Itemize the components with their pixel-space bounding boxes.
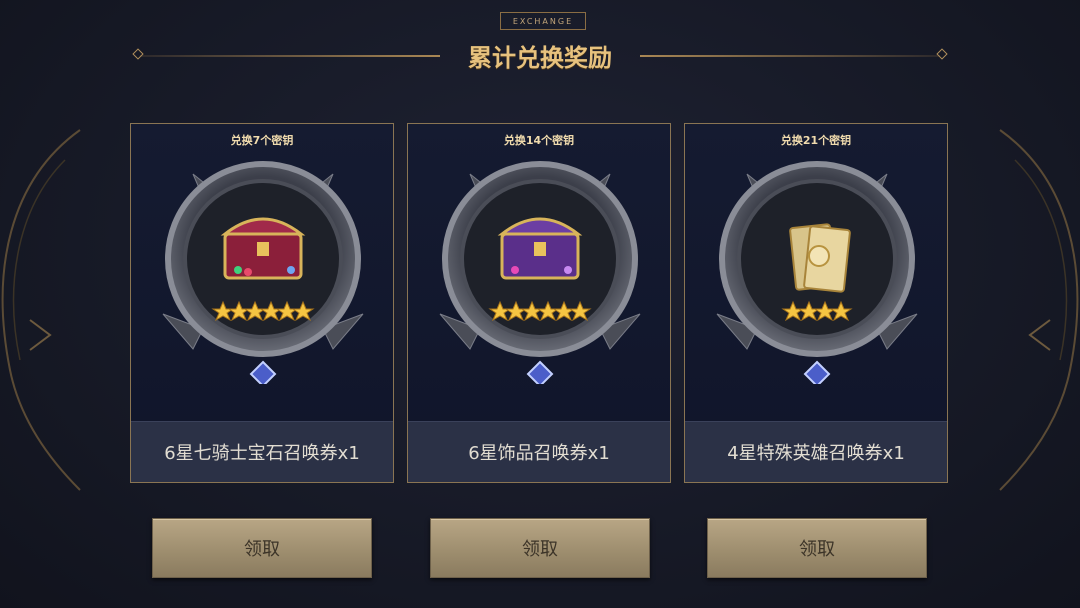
reward-card: 兑换14个密钥 6星饰品召唤券x1 <box>407 123 671 483</box>
exchange-tag: EXCHANGE <box>500 12 586 30</box>
title-divider-right <box>640 55 940 57</box>
treasure-chest-red-icon <box>220 217 306 280</box>
reward-name: 4星特殊英雄召唤券x1 <box>685 421 947 482</box>
reward-card: 兑换7个密钥 6星七骑士宝石召唤券x1 <box>130 123 394 483</box>
reward-name: 6星饰品召唤券x1 <box>408 421 670 482</box>
reward-card: 兑换21个密钥 4星特殊英雄召唤券x1 <box>684 123 948 483</box>
claim-button[interactable]: 领取 <box>152 518 372 578</box>
left-ornament <box>1 129 81 491</box>
reward-medal <box>162 161 364 384</box>
gold-card-icon <box>789 223 851 293</box>
right-ornament <box>999 129 1079 491</box>
treasure-chest-purple-icon <box>497 217 583 280</box>
reward-requirement: 兑换14个密钥 <box>503 134 575 147</box>
claim-button[interactable]: 领取 <box>430 518 650 578</box>
title-divider-left <box>140 55 440 57</box>
reward-medal <box>439 161 641 384</box>
claim-button[interactable]: 领取 <box>707 518 927 578</box>
divider-diamond-icon <box>132 48 144 60</box>
page-title: 累计兑换奖励 <box>468 44 612 72</box>
divider-diamond-icon <box>936 48 948 60</box>
reward-requirement: 兑换7个密钥 <box>230 134 294 147</box>
reward-name: 6星七骑士宝石召唤券x1 <box>131 421 393 482</box>
reward-requirement: 兑换21个密钥 <box>780 134 852 147</box>
header: EXCHANGE 累计兑换奖励 <box>0 0 1080 90</box>
reward-medal <box>716 161 918 384</box>
